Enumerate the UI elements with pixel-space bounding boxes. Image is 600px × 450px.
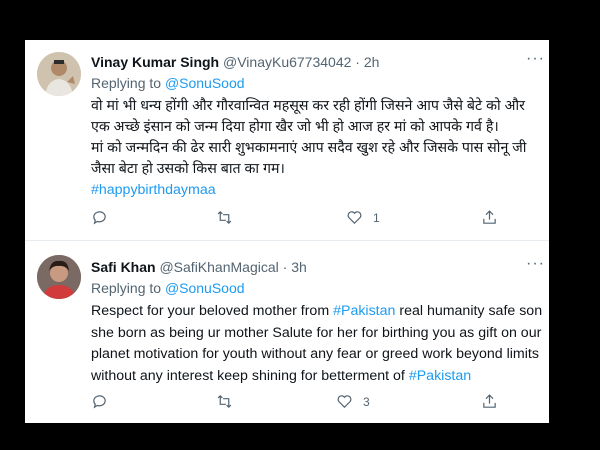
separator: · <box>282 259 288 275</box>
more-icon[interactable]: ··· <box>526 255 545 273</box>
replying-to-label: Replying to <box>91 75 162 91</box>
reply-button[interactable] <box>91 209 108 226</box>
like-button[interactable]: 1 <box>346 209 380 226</box>
like-button[interactable]: 3 <box>336 393 370 410</box>
tweet-actions: 1 <box>91 209 511 229</box>
tweet-text-line: planet motivation for youth without any … <box>91 346 539 362</box>
like-count: 1 <box>373 210 380 225</box>
text-segment: without any interest keep shining for be… <box>91 367 409 384</box>
hashtag-link[interactable]: #Pakistan <box>333 303 395 319</box>
tweet-text-line: एक अच्छे इंसान को जन्म दिया होगा खैर जो … <box>91 119 499 135</box>
text-segment: Respect for your beloved mother from <box>91 303 334 319</box>
mention-link[interactable]: @SonuSood <box>165 280 245 296</box>
tweet-text-line: without any interest keep shining for be… <box>91 366 537 388</box>
tweet-text: Respect for your beloved mother from #Pa… <box>91 301 542 388</box>
more-icon[interactable]: ··· <box>526 50 545 68</box>
tweet-actions: 3 <box>91 393 511 413</box>
author-handle[interactable]: @SafiKhanMagical <box>159 259 278 275</box>
tweet-text: वो मां भी धन्य होंगी और गौरवान्वित महसूस… <box>91 96 537 201</box>
separator: · <box>355 54 360 70</box>
replying-to: Replying to @SonuSood <box>91 75 245 91</box>
tweet-list: Vinay Kumar Singh @VinayKu67734042 · 2h … <box>25 40 549 423</box>
replying-to-label: Replying to <box>91 280 162 296</box>
mention-link[interactable]: @SonuSood <box>165 75 245 91</box>
retweet-button[interactable] <box>216 393 233 410</box>
hashtag-link[interactable]: #happybirthdaymaa <box>91 180 537 201</box>
retweet-icon <box>217 210 232 225</box>
tweet-text-line: जैसा बेटा हो उसको किस बात का गम। <box>91 161 285 177</box>
tweet-header: Safi Khan @SafiKhanMagical · 3h <box>91 259 539 279</box>
tweet-text-line: she born as being ur mother Salute for h… <box>91 324 542 341</box>
reply-button[interactable] <box>91 393 108 410</box>
author-name[interactable]: Safi Khan <box>91 259 156 275</box>
author-name[interactable]: Vinay Kumar Singh <box>91 54 219 70</box>
comment-icon <box>93 395 106 409</box>
tweet-text-line: वो मां भी धन्य होंगी और गौरवान्वित महसूस… <box>91 98 525 114</box>
avatar[interactable] <box>37 52 81 96</box>
like-count: 3 <box>363 394 370 409</box>
heart-icon <box>347 211 362 225</box>
retweet-icon <box>217 394 232 409</box>
tweet[interactable]: Vinay Kumar Singh @VinayKu67734042 · 2h … <box>25 40 549 241</box>
replying-to: Replying to @SonuSood <box>91 280 245 296</box>
avatar[interactable] <box>37 255 81 299</box>
tweet-time[interactable]: 2h <box>364 54 380 70</box>
share-icon <box>483 210 496 224</box>
hashtag-link[interactable]: #Pakistan <box>409 368 471 384</box>
heart-icon <box>337 395 352 409</box>
tweet-text-line: Respect for your beloved mother from #Pa… <box>91 301 542 323</box>
share-icon <box>483 394 496 408</box>
share-button[interactable] <box>481 393 498 410</box>
author-handle[interactable]: @VinayKu67734042 <box>223 54 351 70</box>
tweet-text-line: मां को जन्मदिन की ढेर सारी शुभकामनाएं आप… <box>91 140 527 156</box>
share-button[interactable] <box>481 209 498 226</box>
tweet-time[interactable]: 3h <box>291 259 307 275</box>
tweet[interactable]: Safi Khan @SafiKhanMagical · 3h ··· Repl… <box>25 241 549 423</box>
retweet-button[interactable] <box>216 209 233 226</box>
tweet-header: Vinay Kumar Singh @VinayKu67734042 · 2h <box>91 54 539 74</box>
comment-icon <box>93 211 106 225</box>
text-segment: real humanity safe son <box>395 303 543 319</box>
